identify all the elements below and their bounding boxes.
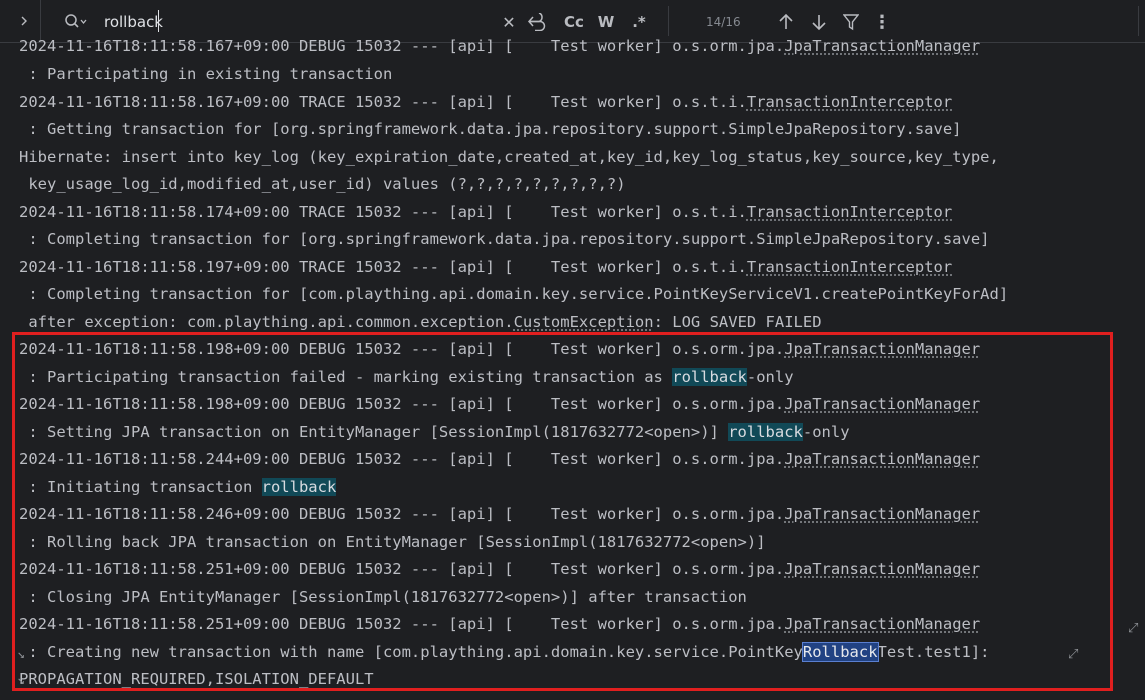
clear-search-button[interactable]: ✕: [500, 12, 518, 32]
search-history-icon: [65, 14, 87, 28]
log-line: Hibernate: insert into key_log (key_expi…: [19, 147, 999, 167]
log-line: 2024-11-16T18:11:58.244+09:00 DEBUG 1503…: [19, 449, 980, 469]
log-prefix: 2024-11-16T18:11:58.251+09:00 DEBUG 1503…: [19, 615, 981, 633]
soft-wrap-icon: ↘: [17, 647, 25, 662]
log-message: PROPAGATION_REQUIRED,ISOLATION_DEFAULT: [19, 670, 374, 688]
soft-wrap-icon: ⤢: [1128, 621, 1139, 636]
whole-words-button[interactable]: W: [596, 12, 616, 32]
class-name[interactable]: TransactionInterceptor: [747, 203, 952, 221]
class-name[interactable]: JpaTransactionManager: [784, 37, 980, 55]
log-line-with-match: : Setting JPA transaction on EntityManag…: [19, 422, 850, 442]
whole-words-label: W: [597, 13, 615, 31]
log-line: 2024-11-16T18:11:58.197+09:00 TRACE 1503…: [19, 257, 952, 277]
soft-wrap-icon: ⤢: [1068, 647, 1079, 662]
search-match: rollback: [728, 423, 803, 441]
arrow-down-icon: [812, 15, 826, 31]
replace-toggle-button[interactable]: [526, 12, 548, 32]
previous-match-button[interactable]: [776, 12, 796, 32]
log-prefix: 2024-11-16T18:11:58.251+09:00 DEBUG 1503…: [19, 560, 981, 578]
log-message: : Participating transaction failed - mar…: [19, 368, 794, 386]
log-line: PROPAGATION_REQUIRED,ISOLATION_DEFAULT: [19, 669, 374, 689]
class-name[interactable]: JpaTransactionManager: [784, 450, 980, 468]
log-message: : Creating new transaction with name [co…: [19, 642, 990, 662]
log-line: : Closing JPA EntityManager [SessionImpl…: [19, 587, 747, 607]
class-name[interactable]: JpaTransactionManager: [784, 615, 980, 633]
console-output[interactable]: 2024-11-16T18:11:58.167+09:00 DEBUG 1503…: [0, 33, 1145, 700]
log-message: after exception: com.plaything.api.commo…: [19, 313, 822, 331]
regex-button[interactable]: .*: [628, 12, 650, 32]
search-match: rollback: [261, 478, 337, 496]
close-icon: ✕: [502, 12, 516, 32]
class-name[interactable]: TransactionInterceptor: [747, 258, 952, 276]
log-prefix: 2024-11-16T18:11:58.244+09:00 DEBUG 1503…: [19, 450, 981, 468]
class-name[interactable]: JpaTransactionManager: [784, 505, 980, 523]
divider: [1138, 6, 1139, 36]
log-message: : Completing transaction for [com.playth…: [19, 285, 1009, 303]
class-name[interactable]: TransactionInterceptor: [747, 93, 952, 111]
search-input[interactable]: [104, 11, 484, 33]
filter-results-button[interactable]: [842, 12, 860, 32]
log-line: 2024-11-16T18:11:58.246+09:00 DEBUG 1503…: [19, 504, 980, 524]
search-match: rollback: [672, 368, 747, 386]
chevron-right-icon: [21, 16, 27, 26]
regex-label: .*: [632, 13, 646, 31]
log-message: Hibernate: insert into key_log (key_expi…: [19, 148, 999, 166]
log-line: : Getting transaction for [org.springfra…: [19, 119, 962, 139]
class-name[interactable]: JpaTransactionManager: [784, 560, 980, 578]
log-message: : Initiating transaction rollback: [19, 478, 337, 496]
log-message: : Completing transaction for [org.spring…: [19, 230, 990, 248]
log-line: : Completing transaction for [com.playth…: [19, 284, 1008, 304]
log-prefix: 2024-11-16T18:11:58.174+09:00 TRACE 1503…: [19, 203, 953, 221]
log-line: after exception: com.plaything.api.commo…: [19, 312, 822, 332]
class-name[interactable]: JpaTransactionManager: [784, 340, 980, 358]
log-line: 2024-11-16T18:11:58.251+09:00 DEBUG 1503…: [19, 559, 980, 579]
filter-icon: [843, 14, 859, 31]
log-line: 2024-11-16T18:11:58.167+09:00 TRACE 1503…: [19, 92, 952, 112]
log-message: : Participating in existing transaction: [19, 65, 393, 83]
replace-icon: [527, 13, 546, 31]
log-prefix: 2024-11-16T18:11:58.198+09:00 DEBUG 1503…: [19, 340, 981, 358]
log-line: : Rolling back JPA transaction on Entity…: [19, 532, 766, 552]
log-message: : Setting JPA transaction on EntityManag…: [19, 423, 850, 441]
soft-wrap-icon: ↘: [17, 673, 25, 688]
log-line: : Completing transaction for [org.spring…: [19, 229, 990, 249]
divider: [668, 6, 669, 36]
log-prefix: 2024-11-16T18:11:58.167+09:00 DEBUG 1503…: [19, 37, 981, 55]
match-case-button[interactable]: Cc: [562, 12, 586, 32]
current-search-match: Rollback: [801, 642, 879, 662]
text-caret: [158, 10, 159, 32]
log-prefix: 2024-11-16T18:11:58.197+09:00 TRACE 1503…: [19, 258, 953, 276]
log-line: 2024-11-16T18:11:58.198+09:00 DEBUG 1503…: [19, 339, 980, 359]
log-line-with-match: : Participating transaction failed - mar…: [19, 367, 794, 387]
more-vertical-icon: ⋮: [873, 11, 891, 33]
next-match-button[interactable]: [809, 12, 829, 32]
log-line: : Participating in existing transaction: [19, 64, 392, 84]
log-prefix: 2024-11-16T18:11:58.198+09:00 DEBUG 1503…: [19, 395, 981, 413]
log-line: 2024-11-16T18:11:58.167+09:00 DEBUG 1503…: [19, 36, 980, 56]
class-name[interactable]: CustomException: [514, 313, 654, 331]
more-options-button[interactable]: ⋮: [873, 11, 891, 33]
log-line-with-match: : Initiating transaction rollback: [19, 477, 337, 497]
log-message: : Rolling back JPA transaction on Entity…: [19, 533, 766, 551]
log-line: 2024-11-16T18:11:58.174+09:00 TRACE 1503…: [19, 202, 952, 222]
log-message: : Getting transaction for [org.springfra…: [19, 120, 962, 138]
log-line: 2024-11-16T18:11:58.198+09:00 DEBUG 1503…: [19, 394, 980, 414]
log-line-with-current-match: : Creating new transaction with name [co…: [19, 642, 990, 662]
log-prefix: 2024-11-16T18:11:58.167+09:00 TRACE 1503…: [19, 93, 953, 111]
class-name[interactable]: JpaTransactionManager: [784, 395, 980, 413]
log-line: key_usage_log_id,modified_at,user_id) va…: [19, 174, 626, 194]
match-case-label: Cc: [564, 13, 584, 31]
arrow-up-icon: [779, 13, 793, 29]
log-message: : Closing JPA EntityManager [SessionImpl…: [19, 588, 747, 606]
log-line: 2024-11-16T18:11:58.251+09:00 DEBUG 1503…: [19, 614, 980, 634]
log-message: key_usage_log_id,modified_at,user_id) va…: [19, 175, 626, 193]
search-history-button[interactable]: [64, 13, 88, 31]
log-prefix: 2024-11-16T18:11:58.246+09:00 DEBUG 1503…: [19, 505, 981, 523]
match-count: 14/16: [706, 15, 741, 29]
